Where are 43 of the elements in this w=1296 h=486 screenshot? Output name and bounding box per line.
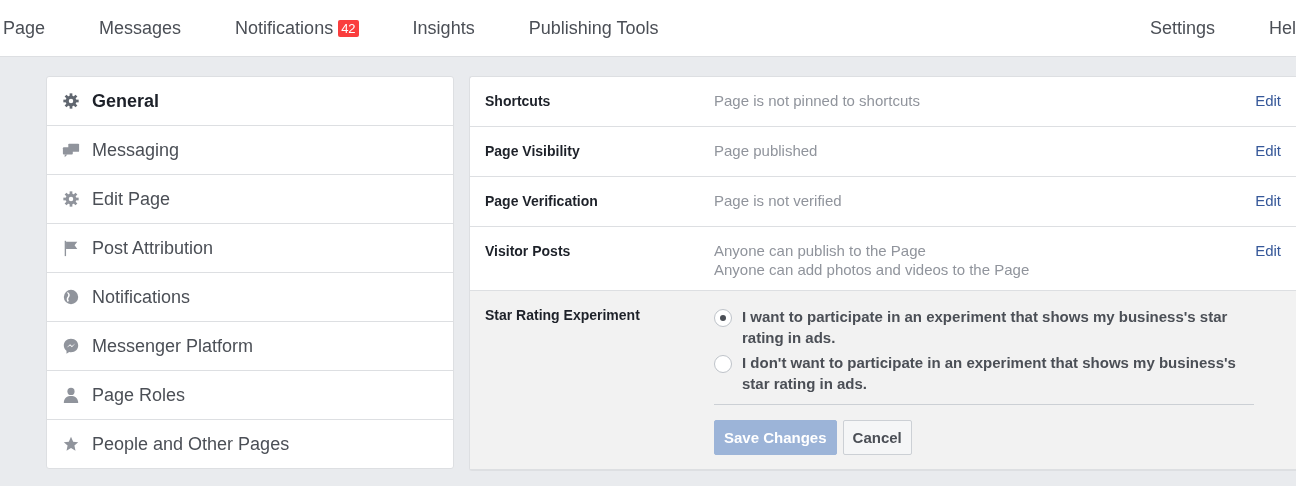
sidebar-item[interactable]: Notifications bbox=[47, 273, 453, 322]
gear-icon bbox=[62, 190, 80, 208]
setting-value: Anyone can publish to the Page bbox=[714, 242, 927, 259]
cancel-button[interactable]: Cancel bbox=[842, 420, 912, 455]
setting-label: Shortcuts bbox=[485, 92, 552, 111]
sidebar-item[interactable]: People and Other Pages bbox=[47, 420, 453, 468]
setting-value: Page is not pinned to shortcuts bbox=[714, 92, 921, 109]
person-icon bbox=[62, 386, 80, 404]
sidebar-item[interactable]: Page Roles bbox=[47, 371, 453, 420]
messenger-bubble-icon bbox=[62, 337, 80, 355]
setting-label: Page Verification bbox=[485, 192, 599, 211]
sidebar-item[interactable]: Post Attribution bbox=[47, 224, 453, 273]
nav-tab[interactable]: Insights bbox=[412, 17, 475, 39]
edit-link[interactable]: Edit bbox=[1255, 242, 1281, 278]
edit-link[interactable]: Edit bbox=[1255, 142, 1281, 164]
sidebar-item[interactable]: Messenger Platform bbox=[47, 322, 453, 371]
radio-button[interactable] bbox=[714, 355, 732, 373]
gear-icon bbox=[62, 92, 80, 110]
edit-link[interactable]: Edit bbox=[1255, 192, 1281, 214]
nav-tab[interactable]: Notifications 42 bbox=[235, 17, 359, 39]
radio-button[interactable] bbox=[714, 309, 732, 327]
nav-tab[interactable]: Publishing Tools bbox=[528, 17, 659, 39]
nav-tab[interactable]: Hel bbox=[1269, 17, 1296, 39]
setting-value: Anyone can add photos and videos to the Page bbox=[714, 261, 1031, 278]
nav-tab[interactable]: Messages bbox=[99, 17, 182, 39]
setting-value: Page is not verified bbox=[714, 192, 843, 209]
notification-count-badge: 42 bbox=[338, 19, 359, 37]
nav-tab[interactable]: Page bbox=[3, 17, 46, 39]
setting-label: Visitor Posts bbox=[485, 242, 572, 261]
setting-label: Star Rating Experiment bbox=[485, 306, 641, 325]
sidebar-item[interactable]: Edit Page bbox=[47, 175, 453, 224]
setting-label: Page Visibility bbox=[485, 142, 581, 161]
nav-tab[interactable]: Settings bbox=[1149, 17, 1215, 39]
sidebar-item[interactable]: Messaging bbox=[47, 126, 453, 175]
sidebar-item[interactable]: General bbox=[47, 77, 453, 126]
radio-option-label: I don't want to participate in an experiment that shows my business's star rating in ads. bbox=[742, 353, 1237, 394]
star-icon bbox=[62, 435, 80, 453]
edit-link[interactable]: Edit bbox=[1255, 92, 1281, 114]
globe-icon bbox=[62, 288, 80, 306]
radio-option-label: I want to participate in an experiment that shows my business's star rating in ads. bbox=[742, 307, 1229, 348]
setting-value: Page published bbox=[714, 142, 819, 159]
chat-bubbles-icon bbox=[62, 141, 80, 159]
flag-icon bbox=[62, 239, 80, 257]
